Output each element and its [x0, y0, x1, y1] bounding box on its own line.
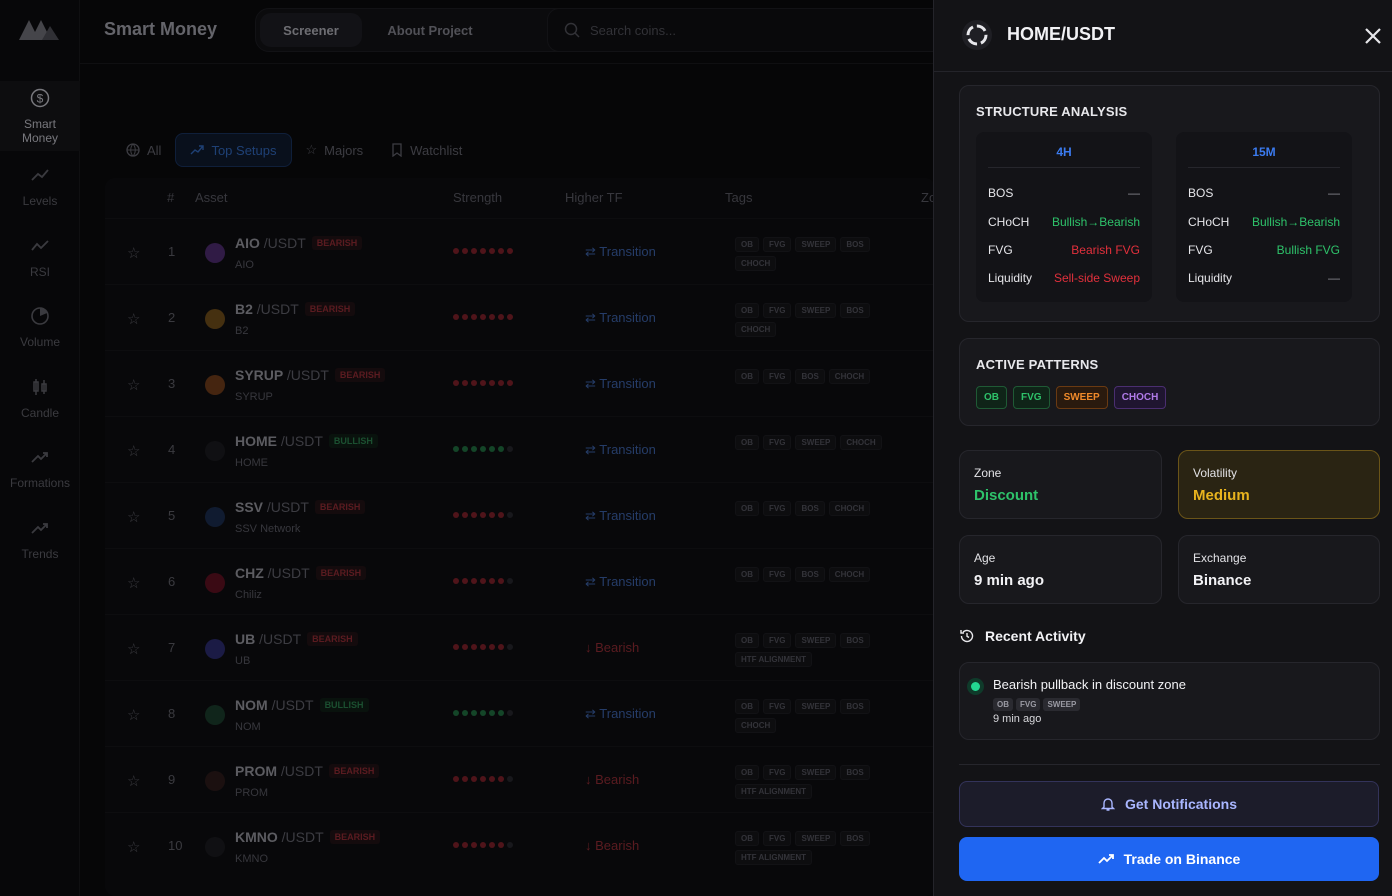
age-card: Age 9 min ago	[959, 535, 1162, 604]
volatility-label: Volatility	[1193, 466, 1238, 480]
activity-status-dot	[967, 678, 984, 695]
age-value: 9 min ago	[974, 572, 1045, 589]
activity-tags: OB FVG SWEEP	[993, 698, 1081, 711]
get-notifications-button[interactable]: Get Notifications	[959, 781, 1379, 827]
zone-label: Zone	[974, 466, 1002, 480]
activity-tag: SWEEP	[1043, 698, 1081, 711]
get-notifications-label: Get Notifications	[1124, 796, 1237, 812]
row-fvg-15m: FVG Bullish FVG	[1188, 243, 1340, 257]
app-root: $ Smart Money Levels RSI Volume Candle Formati…	[0, 0, 1392, 896]
active-patterns-card: ACTIVE PATTERNS OB FVG SWEEP CHOCH	[959, 338, 1380, 426]
exchange-label: Exchange	[1193, 551, 1247, 565]
recent-activity-header: Recent Activity	[959, 628, 1086, 644]
row-liquidity-15m: Liquidity —	[1188, 271, 1340, 285]
trade-on-binance-button[interactable]: Trade on Binance	[959, 837, 1379, 881]
row-liquidity-4h: Liquidity Sell-side Sweep	[988, 271, 1140, 285]
drawer-title: HOME/USDT	[1007, 24, 1115, 44]
activity-text: Bearish pullback in discount zone	[993, 677, 1186, 692]
zone-value: Discount	[974, 487, 1039, 504]
bell-icon	[1100, 798, 1115, 811]
zone-card: Zone Discount	[959, 450, 1162, 519]
activity-tag: FVG	[1016, 698, 1041, 711]
history-icon	[960, 629, 974, 643]
drawer-header: HOME/USDT	[934, 0, 1392, 72]
row-choch-15m: CHoCH Bullish→Bearish	[1188, 215, 1340, 229]
pattern-ob: OB	[976, 386, 1007, 409]
structure-analysis-card: STRUCTURE ANALYSIS 4H BOS — CHoCH Bullish→…	[959, 85, 1380, 322]
row-bos-15m: BOS —	[1188, 186, 1340, 200]
tf-4h-label: 4H	[988, 140, 1140, 168]
close-icon[interactable]	[1361, 24, 1385, 48]
activity-item: Bearish pullback in discount zone OB FVG…	[959, 662, 1380, 740]
activity-tag: OB	[993, 698, 1013, 711]
structure-title: STRUCTURE ANALYSIS	[976, 104, 1128, 119]
trade-label: Trade on Binance	[1123, 851, 1241, 867]
patterns-title: ACTIVE PATTERNS	[976, 357, 1099, 372]
exchange-value: Binance	[1193, 572, 1252, 589]
age-label: Age	[974, 551, 996, 565]
tf-15m-panel: 15M BOS — CHoCH Bullish→Bearish FVG Bullish…	[1176, 132, 1352, 302]
exchange-card: Exchange Binance	[1178, 535, 1380, 604]
activity-time: 9 min ago	[993, 713, 1042, 725]
volatility-card: Volatility Medium	[1178, 450, 1380, 519]
divider	[959, 764, 1380, 765]
pattern-sweep: SWEEP	[1055, 386, 1108, 409]
row-choch-4h: CHoCH Bullish→Bearish	[988, 215, 1140, 229]
pattern-list: OB FVG SWEEP CHOCH	[976, 386, 1172, 409]
modal-overlay[interactable]	[0, 0, 933, 896]
coin-icon	[962, 20, 992, 50]
row-bos-4h: BOS —	[988, 186, 1140, 200]
detail-drawer: HOME/USDT STRUCTURE ANALYSIS 4H BOS — CHo…	[933, 0, 1392, 896]
pattern-choch: CHOCH	[1113, 386, 1167, 409]
recent-activity-title: Recent Activity	[985, 628, 1086, 644]
row-fvg-4h: FVG Bearish FVG	[988, 243, 1140, 257]
tf-15m-label: 15M	[1188, 140, 1340, 168]
volatility-value: Medium	[1193, 487, 1250, 504]
trending-up-icon	[1098, 854, 1114, 864]
pattern-fvg: FVG	[1013, 386, 1050, 409]
tf-4h-panel: 4H BOS — CHoCH Bullish→Bearish FVG Bearish …	[976, 132, 1152, 302]
